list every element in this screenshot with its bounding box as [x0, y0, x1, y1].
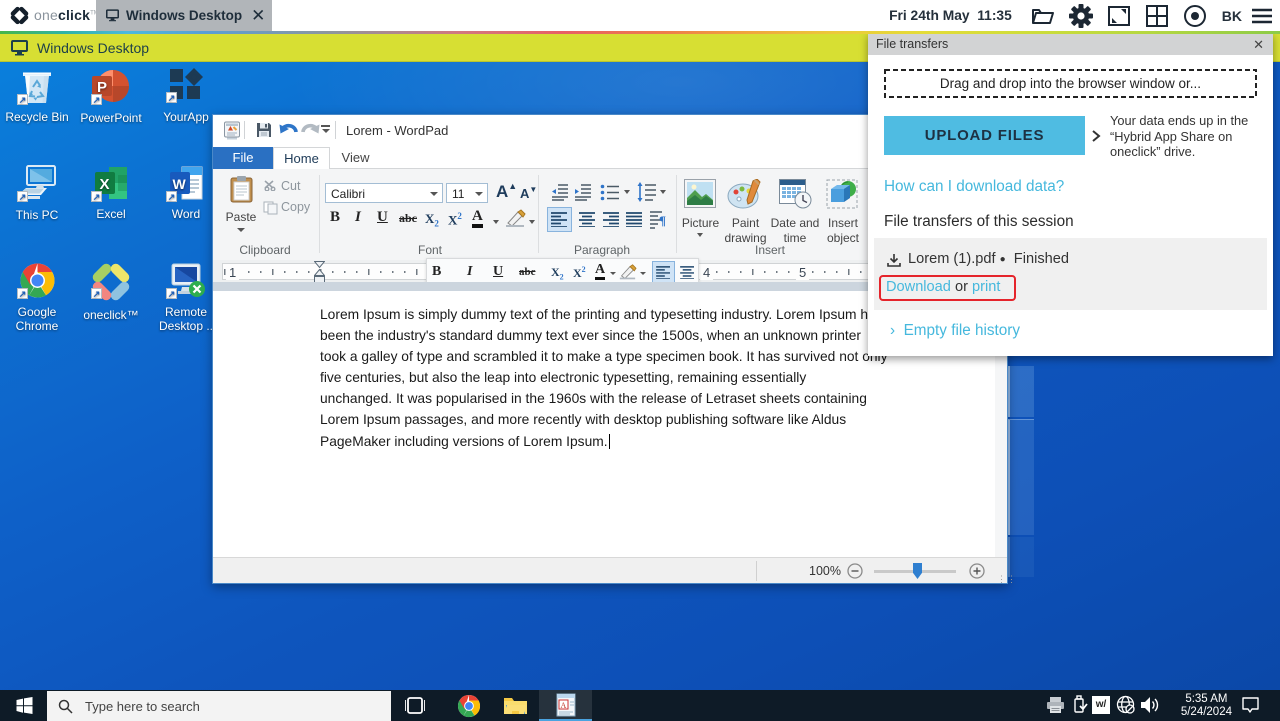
svg-text:¶: ¶: [659, 213, 666, 228]
svg-text:A: A: [561, 701, 567, 710]
svg-text:W: W: [173, 176, 187, 192]
